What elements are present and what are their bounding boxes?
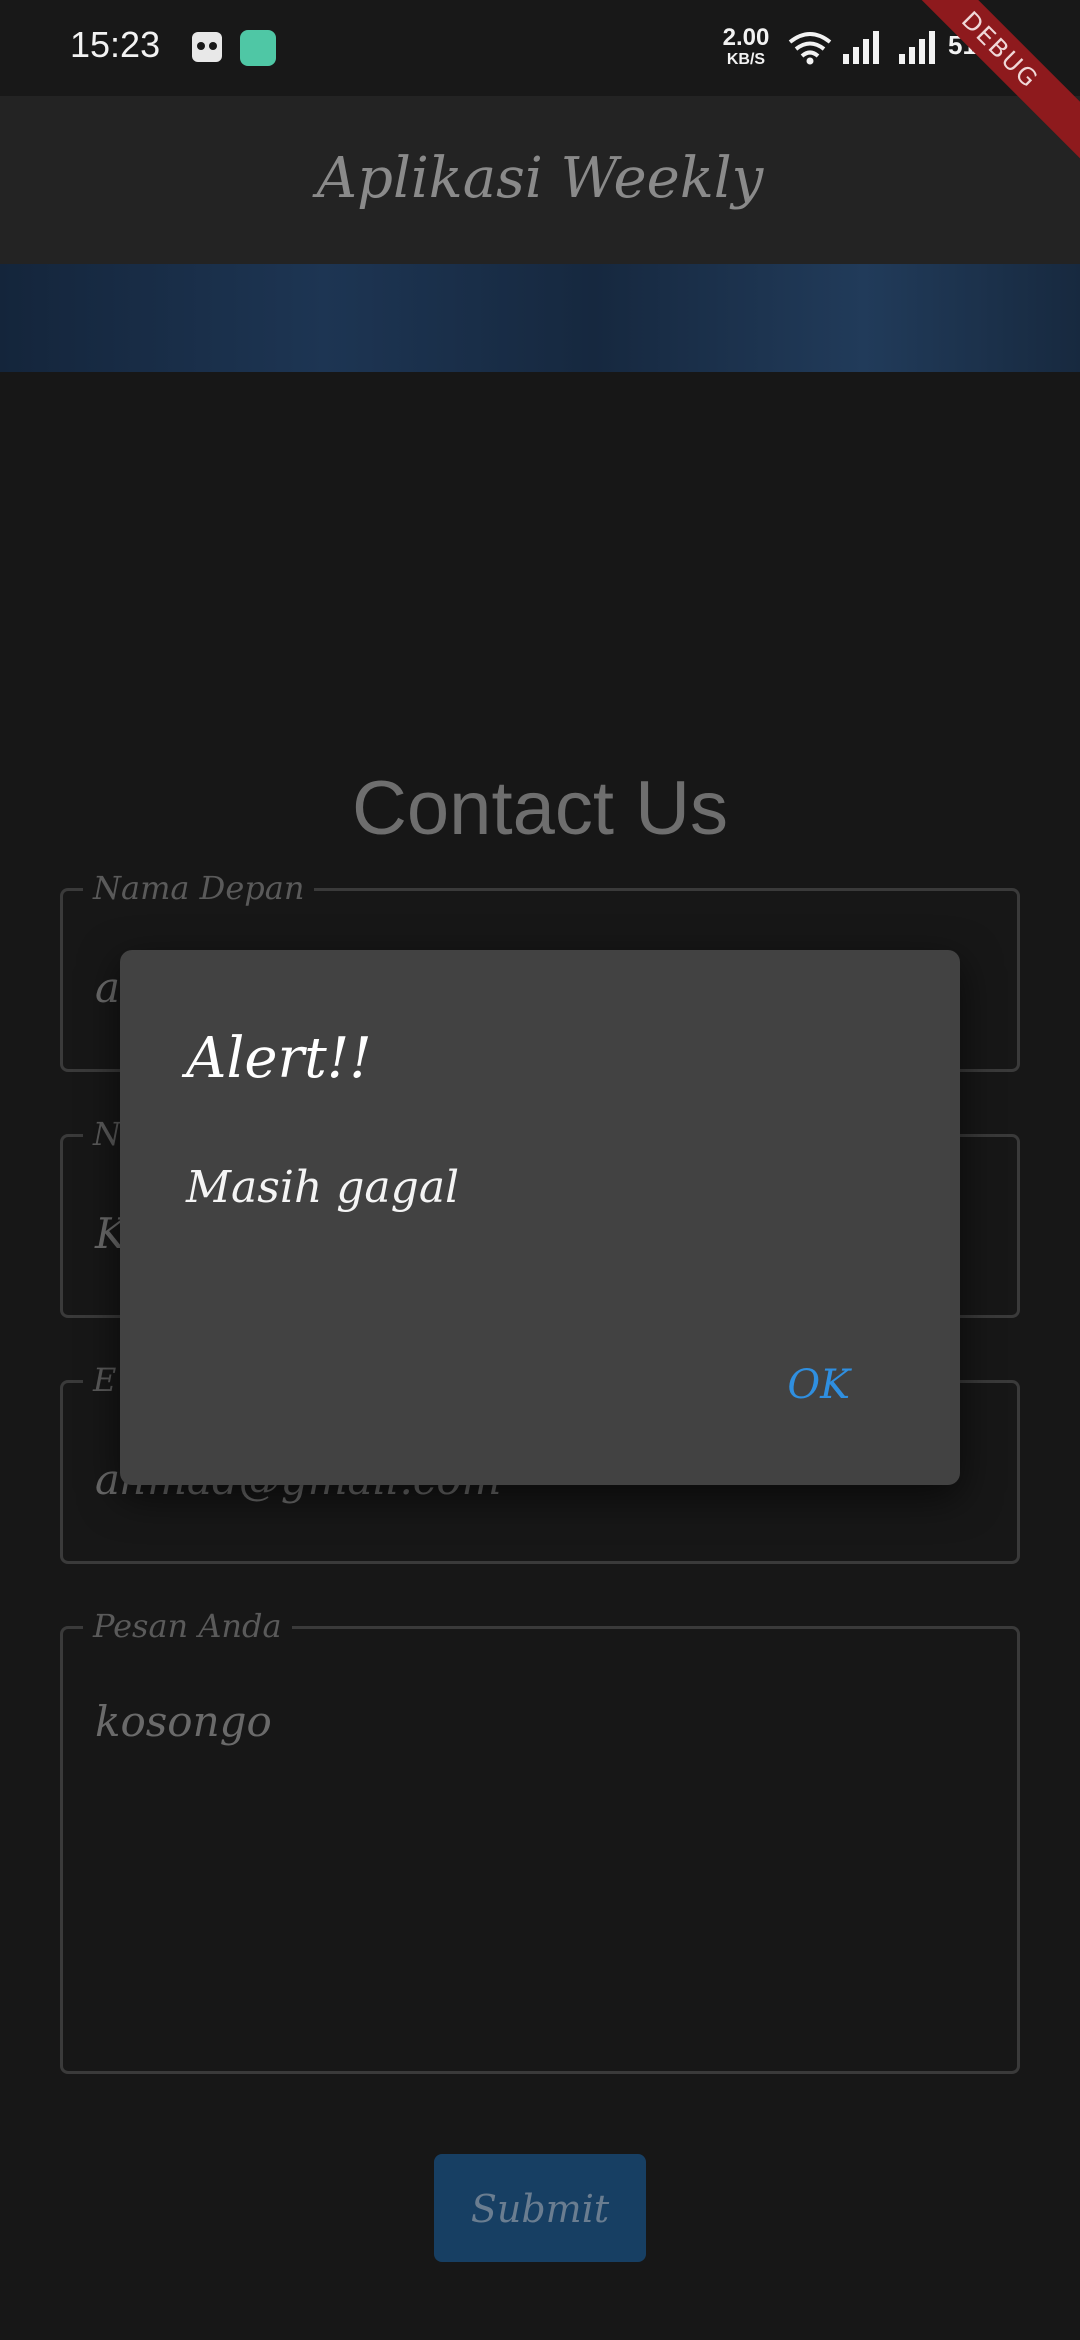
dialog-title: Alert!! (186, 1026, 372, 1091)
dialog-message: Masih gagal (186, 1162, 460, 1213)
ok-button[interactable]: OK (767, 1350, 870, 1420)
alert-dialog: Alert!! Masih gagal OK (120, 950, 960, 1485)
